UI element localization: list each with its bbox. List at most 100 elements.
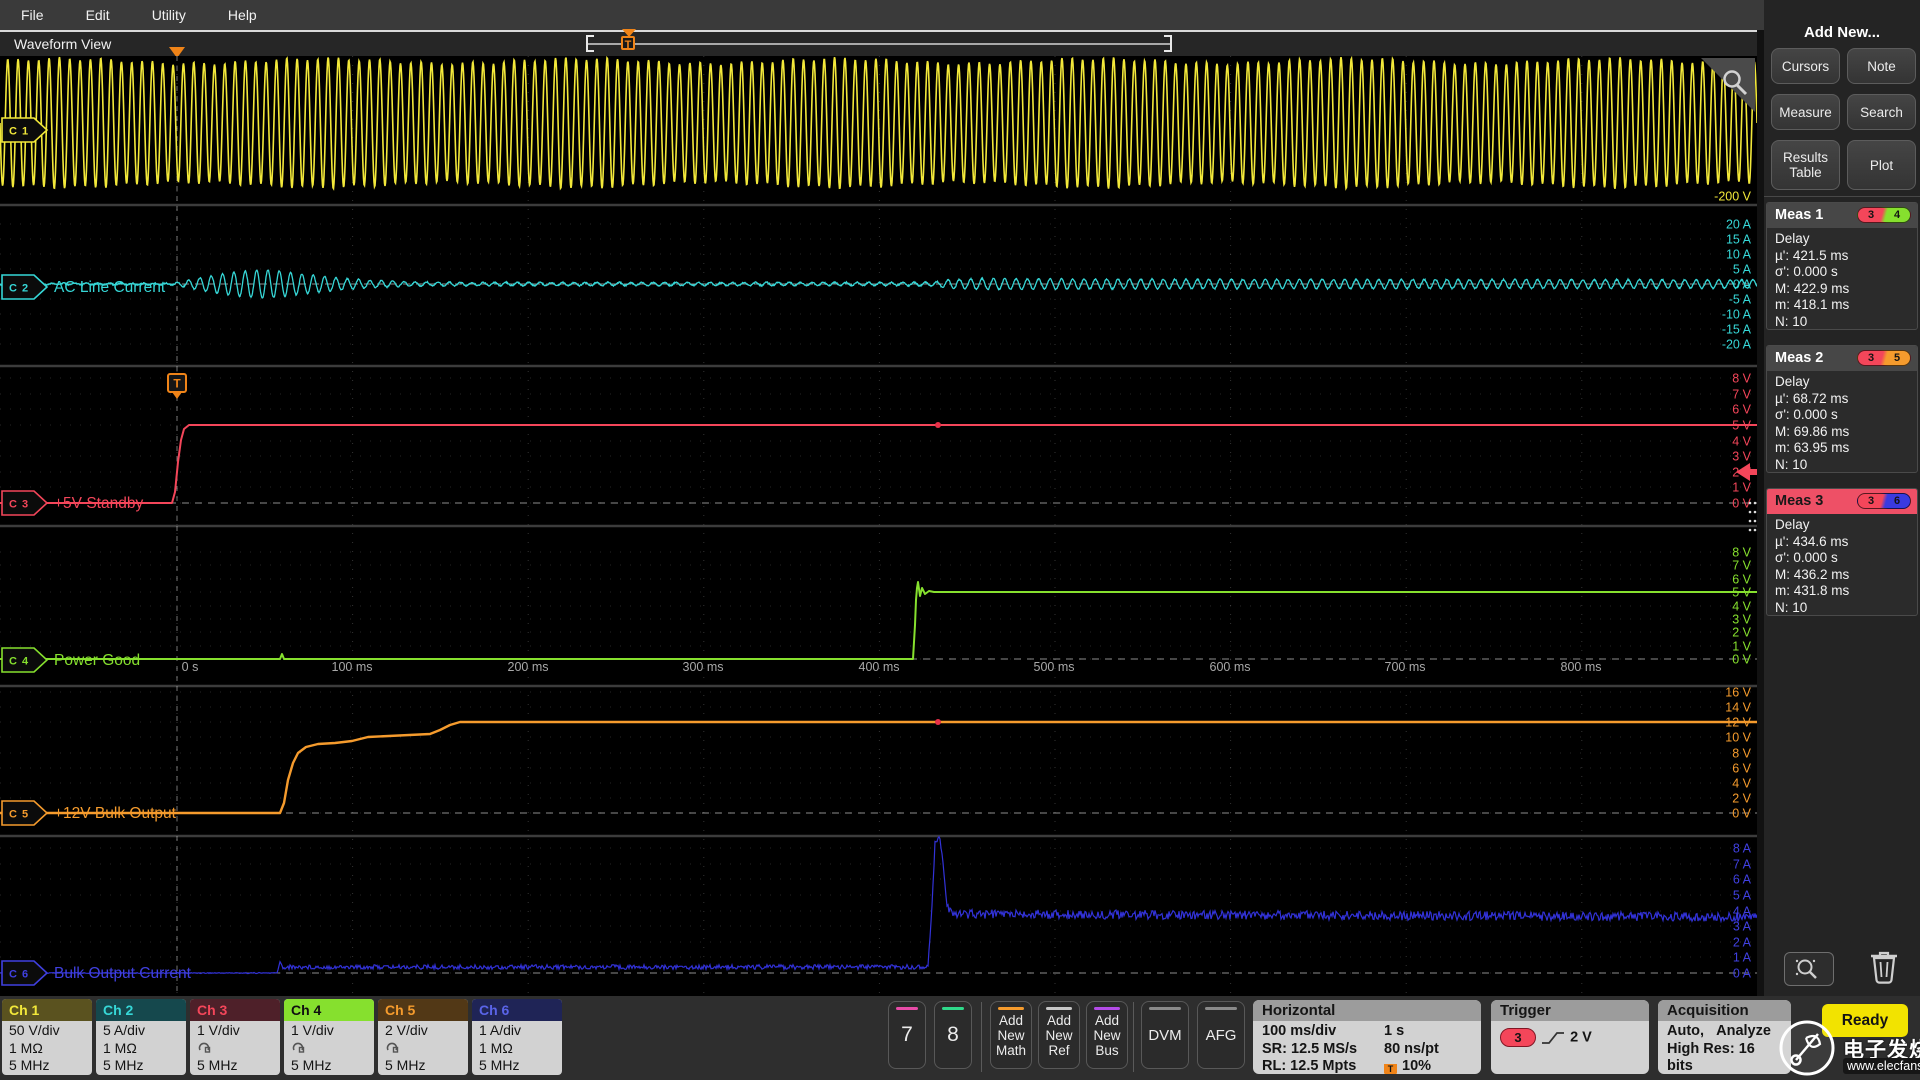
meas-stats: Delay µ': 421.5 ms σ': 0.000 s M: 422.9 ms m… [1767,228,1917,329]
horizontal-pan-track[interactable] [588,43,1170,45]
afg-button[interactable]: AFG [1197,1001,1245,1069]
meas-card-1[interactable]: Meas 1 3 4 Delay µ': 421.5 ms σ': 0.000 s M: 4… [1766,202,1918,330]
channel-setting-row: 50 V/div [9,1022,60,1038]
scale-label: -20 A [1722,338,1752,352]
channel-flag-c1[interactable]: C 1 [1,117,49,143]
add-new-buttons: Cursors Note Measure Search Results Table Plo… [1771,48,1917,190]
meas-stat-line: M: 436.2 ms [1775,566,1850,582]
channel-flag-c4[interactable]: C 4 Power Good [1,647,140,673]
trigger-position-slider[interactable]: T [620,29,638,57]
meas-stat-line: M: 422.9 ms [1775,280,1850,296]
meas-stat-line: σ': 0.000 s [1775,407,1838,422]
acquisition-mode-row: Auto, Analyze [1667,1023,1782,1041]
scale-label: 1 V [1732,481,1751,495]
trace-ch5-12v-bulk-output [0,720,1757,815]
afg-button-label: AFG [1205,1026,1237,1044]
trigger-t-badge[interactable]: T [167,373,187,399]
channel-badge-ch2[interactable]: Ch 25 A/div 1 MΩ 5 MHz [96,999,186,1075]
dvm-button[interactable]: DVM [1141,1001,1189,1069]
horizontal-value: RL: 12.5 Mpts [1262,1058,1357,1074]
scale-label: 3 V [1732,450,1751,464]
menu-item-edit[interactable]: Edit [65,0,131,30]
svg-text:C 4: C 4 [9,656,29,668]
acquisition-analyze: Analyze [1716,1023,1771,1039]
channel-badge-ch3[interactable]: Ch 31 V/div 5 MHz [190,999,280,1075]
waveform-graticule[interactable]: -200 VC 1 20 A 15 A 10 A5 A0 A -5 A -10 A -15 … [0,56,1757,996]
meas-card-2[interactable]: Meas 2 3 5 Delay µ': 68.72 ms σ': 0.000 s M: 6… [1766,345,1918,473]
menu-item-file[interactable]: File [0,0,65,30]
menu-item-help[interactable]: Help [207,0,278,30]
results-table-button[interactable]: Results Table [1771,140,1840,190]
time-axis-label: 400 ms [859,660,900,674]
meas-header[interactable]: Meas 134 [1767,203,1917,228]
menu-item-utility[interactable]: Utility [131,0,207,30]
menu-bar: File Edit Utility Help [0,0,1920,30]
channel-8-button[interactable]: 8 [934,1001,972,1069]
measure-button[interactable]: Measure [1771,94,1840,130]
scale-label: -5 A [1729,293,1752,307]
acquisition-panel[interactable]: Acquisition Auto, Analyze High Res: 16 bit… [1658,1000,1791,1074]
channel-badge-ch1[interactable]: Ch 1 50 V/div 1 MΩ 5 MHz [2,999,92,1075]
channel-name-label: +5V Standby [54,495,143,512]
meas-header[interactable]: Meas 235 [1767,346,1917,371]
search-button[interactable]: Search [1847,94,1916,130]
trigger-panel[interactable]: Trigger 3 2 V [1491,1000,1649,1074]
channel-setting-row: 2 V/div [385,1022,428,1038]
channel-badge-ch6[interactable]: Ch 61 A/div 1 MΩ 5 MHz [472,999,562,1075]
add-new-ref-button-label: Add New Ref [1045,1012,1073,1058]
scale-label: 7 V [1732,559,1751,573]
channel-7-button[interactable]: 7 [888,1001,926,1069]
scale-label: 0 V [1732,497,1751,511]
channel-badge-settings: 2 V/div 5 MHz [378,1021,468,1075]
meas-source-badge: 35 [1857,350,1911,366]
cursors-button[interactable]: Cursors [1771,48,1840,84]
meas-source-b: 5 [1893,352,1901,364]
scale-label: 3 V [1732,613,1751,627]
channel-badge-ch4[interactable]: Ch 41 V/div 5 MHz [284,999,374,1075]
svg-text:C 2: C 2 [9,283,29,295]
time-axis-label: 200 ms [508,660,549,674]
channel-flag-c5[interactable]: C 5 +12V Bulk Output [1,800,177,826]
scale-label: 0 V [1732,653,1751,667]
add-new-math-button[interactable]: Add New Math [990,1001,1032,1069]
channel-setting-row: 1 V/div [291,1022,334,1038]
add-new-title: Add New... [1803,24,1881,41]
channel-setting-row: 1 MΩ [479,1039,513,1056]
scale-label: 16 V [1725,686,1751,700]
channel-badge-settings: 1 V/div 5 MHz [190,1021,280,1075]
channel-badge-ch5[interactable]: Ch 52 V/div 5 MHz [378,999,468,1075]
probe-icon [198,1042,211,1053]
channel-flag-c2[interactable]: C 2 AC Line Current [1,274,166,300]
oscilloscope-screen: File Edit Utility Help Waveform View T -200… [0,0,1920,1080]
plot-button[interactable]: Plot [1847,140,1916,190]
meas-type: Delay [1775,374,1810,389]
trigger-slider-t-icon: T [621,36,635,51]
svg-text:C 1: C 1 [9,126,29,138]
zoom-corner-button[interactable] [1701,58,1755,112]
channel-flag-c3[interactable]: C 3 +5V Standby [1,490,143,516]
trash-icon[interactable] [1868,948,1900,989]
note-button[interactable]: Note [1847,48,1916,84]
tab-waveform-view[interactable]: Waveform View [14,36,111,52]
channel-badge-settings: 50 V/div 1 MΩ 5 MHz [2,1021,92,1075]
add-new-bus-button[interactable]: Add New Bus [1086,1001,1128,1069]
meas-source-a: 3 [1867,209,1875,221]
channel-setting-row: 5 MHz [291,1057,332,1073]
meas-header[interactable]: Meas 336 [1767,489,1917,514]
channel-flag-c6[interactable]: C 6 Bulk Output Current [1,960,192,986]
scale-label: 2 V [1732,792,1751,806]
button-group-divider [1133,1002,1134,1072]
meas-card-3[interactable]: Meas 3 3 6 Delay µ': 434.6 ms σ': 0.000 s M: 4… [1766,488,1918,616]
horizontal-panel[interactable]: Horizontal 100 ms/div 1 s SR: 12.5 MS/s 80 n… [1253,1000,1481,1074]
add-new-ref-button[interactable]: Add New Ref [1038,1001,1080,1069]
scale-label: 2 V [1732,626,1751,640]
channel-setting-row: 5 MHz [9,1057,50,1073]
zoom-overview-button[interactable] [1784,952,1834,986]
scope-display: -200 VC 120 A15 A10 A5 A0 A-5 A-10 A-15 … [0,56,1757,996]
trace-ch6-bulk-output-current [0,835,1757,975]
scale-label: 0 A [1733,967,1752,981]
meas-type: Delay [1775,517,1810,532]
meas-stat-line: σ': 0.000 s [1775,264,1838,279]
meas-stat-line: µ': 421.5 ms [1775,247,1849,263]
time-axis-label: 100 ms [332,660,373,674]
